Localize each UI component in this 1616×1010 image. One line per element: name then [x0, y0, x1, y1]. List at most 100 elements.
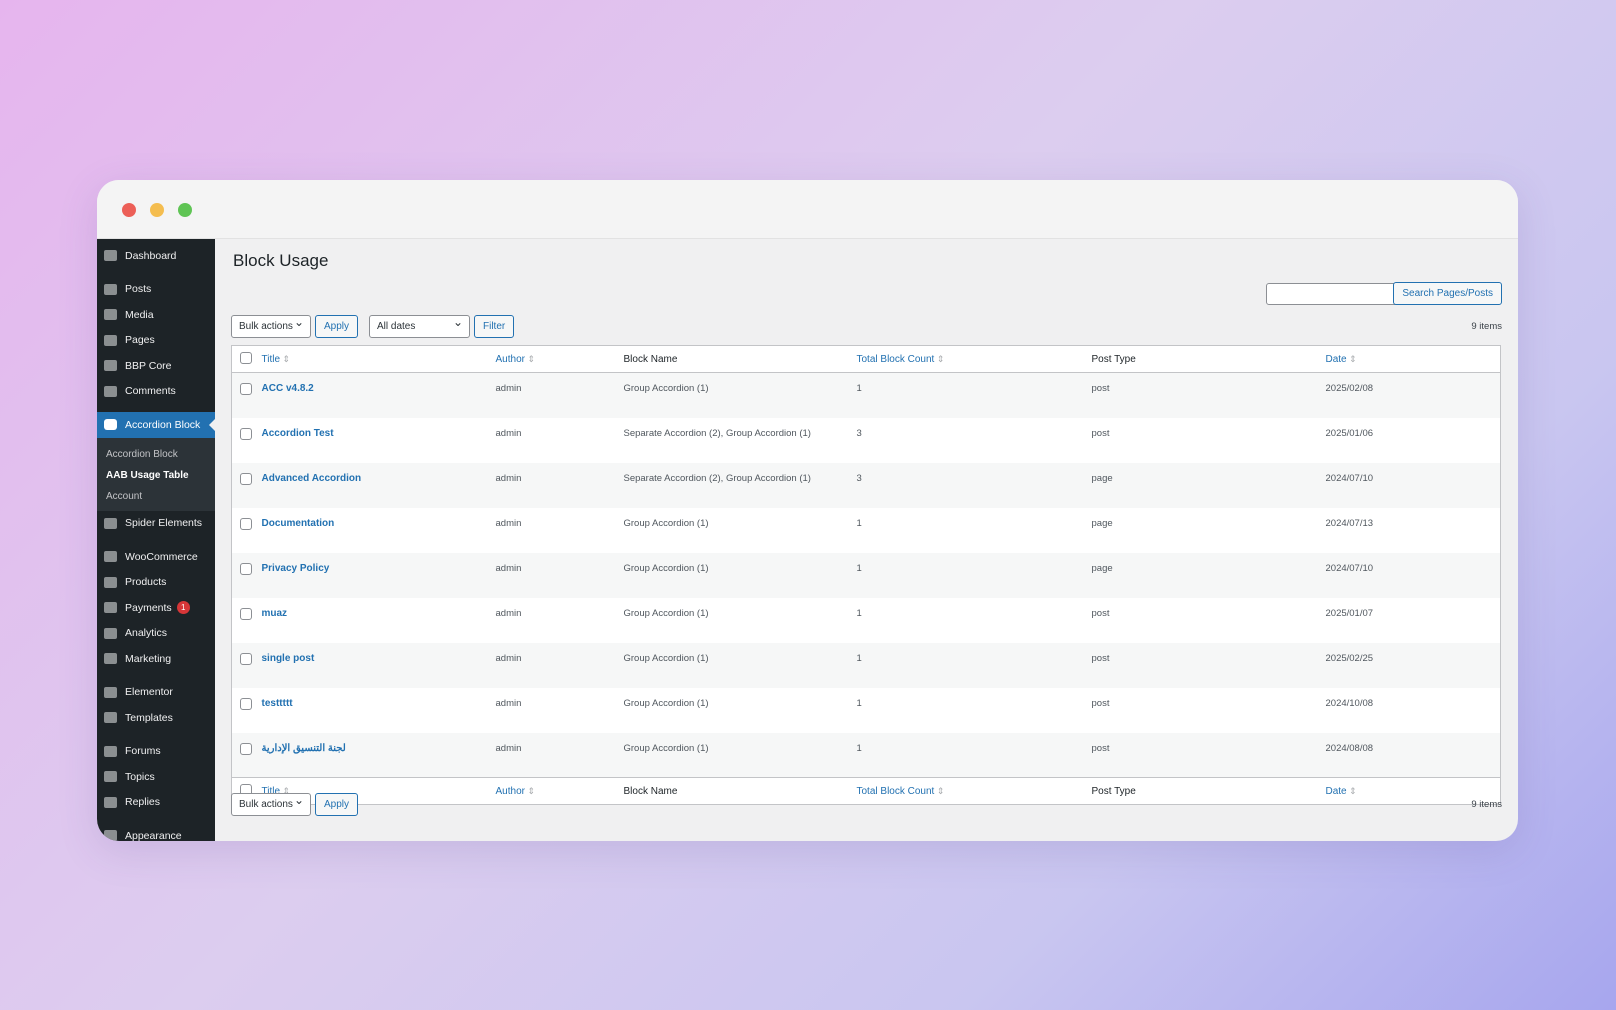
sidebar-item-forums[interactable]: Forums [97, 739, 215, 765]
post-type-cell: post [1092, 688, 1326, 733]
minimize-window-button[interactable] [150, 203, 164, 217]
post-title-link[interactable]: ACC v4.8.2 [262, 383, 314, 394]
pin-icon [104, 284, 117, 295]
apply-button[interactable]: Apply [315, 315, 358, 338]
sidebar-item-products[interactable]: Products [97, 570, 215, 596]
post-type-cell: post [1092, 373, 1326, 418]
sidebar-item-templates[interactable]: Templates [97, 705, 215, 731]
column-date[interactable]: Date [1326, 346, 1501, 373]
sidebar-item-dashboard[interactable]: Dashboard [97, 243, 215, 269]
sidebar-item-payments[interactable]: Payments 1 [97, 595, 215, 621]
block-count-cell: 1 [857, 733, 1092, 778]
block-count-cell: 3 [857, 463, 1092, 508]
sidebar-item-media[interactable]: Media [97, 302, 215, 328]
column-title[interactable]: Title [262, 346, 496, 373]
topics-icon [104, 771, 117, 782]
sidebar-item-topics[interactable]: Topics [97, 764, 215, 790]
post-type-cell: page [1092, 508, 1326, 553]
submenu-aab-usage-table[interactable]: AAB Usage Table [97, 465, 215, 486]
column-author-footer[interactable]: Author [496, 778, 624, 805]
column-total-block-count-footer[interactable]: Total Block Count [857, 778, 1092, 805]
sidebar-item-label: Spider Elements [125, 517, 202, 529]
row-checkbox[interactable] [240, 653, 252, 665]
sidebar-item-elementor[interactable]: Elementor [97, 680, 215, 706]
row-checkbox[interactable] [240, 518, 252, 530]
row-checkbox[interactable] [240, 428, 252, 440]
sidebar-item-woocommerce[interactable]: WooCommerce [97, 544, 215, 570]
date-cell: 2024/07/10 [1326, 553, 1501, 598]
search-pages-posts-button[interactable]: Search Pages/Posts [1393, 282, 1502, 305]
block-name-cell: Group Accordion (1) [624, 598, 857, 643]
notification-badge: 1 [177, 601, 190, 614]
sidebar-item-marketing[interactable]: Marketing [97, 646, 215, 672]
main-content: Block Usage Search Pages/Posts Bulk acti… [215, 239, 1518, 841]
search-input[interactable] [1266, 283, 1398, 305]
filter-button[interactable]: Filter [474, 315, 514, 338]
row-checkbox[interactable] [240, 608, 252, 620]
sidebar-item-appearance[interactable]: Appearance [97, 823, 215, 841]
sidebar-item-pages[interactable]: Pages [97, 328, 215, 354]
submenu-account[interactable]: Account [97, 486, 215, 507]
table-row: Accordion Test admin Separate Accordion … [232, 418, 1501, 463]
bulk-actions-select[interactable]: Bulk actions [231, 315, 311, 338]
sidebar-item-label: BBP Core [125, 360, 172, 372]
select-all-checkbox[interactable] [240, 352, 252, 364]
sidebar-item-accordion-block[interactable]: Accordion Block [97, 412, 215, 438]
post-title-link[interactable]: Advanced Accordion [262, 473, 362, 484]
block-count-cell: 1 [857, 508, 1092, 553]
spider-elements-icon [104, 518, 117, 529]
submenu: Accordion Block AAB Usage Table Account [97, 438, 215, 511]
sidebar-item-label: Elementor [125, 686, 173, 698]
admin-sidebar: Dashboard PostsMediaPages BBP Core Comments… [97, 239, 215, 841]
sidebar-item-comments[interactable]: Comments [97, 379, 215, 405]
row-checkbox[interactable] [240, 383, 252, 395]
block-count-cell: 1 [857, 373, 1092, 418]
sidebar-item-label: Analytics [125, 627, 167, 639]
row-checkbox[interactable] [240, 563, 252, 575]
column-author[interactable]: Author [496, 346, 624, 373]
sidebar-item-label: Payments [125, 602, 172, 614]
block-name-cell: Group Accordion (1) [624, 733, 857, 778]
sidebar-item-posts[interactable]: Posts [97, 277, 215, 303]
post-title-link[interactable]: لجنة التنسيق الإدارية [262, 743, 346, 754]
post-title-link[interactable]: Privacy Policy [262, 563, 330, 574]
block-count-cell: 1 [857, 598, 1092, 643]
date-cell: 2024/07/13 [1326, 508, 1501, 553]
dates-select[interactable]: All dates [369, 315, 470, 338]
maximize-window-button[interactable] [178, 203, 192, 217]
post-title-link[interactable]: muaz [262, 608, 288, 619]
row-checkbox[interactable] [240, 473, 252, 485]
table-row: Documentation admin Group Accordion (1) … [232, 508, 1501, 553]
table-row: muaz admin Group Accordion (1) 1 post 20… [232, 598, 1501, 643]
block-usage-table: Title Author Block Name Total Block Coun… [231, 345, 1501, 805]
post-title-link[interactable]: testtttt [262, 698, 293, 709]
post-type-cell: post [1092, 418, 1326, 463]
row-checkbox[interactable] [240, 698, 252, 710]
sidebar-item-label: Products [125, 576, 166, 588]
post-title-link[interactable]: Documentation [262, 518, 335, 529]
submenu-accordion-block[interactable]: Accordion Block [97, 444, 215, 465]
block-name-cell: Group Accordion (1) [624, 643, 857, 688]
bulk-actions-select-bottom[interactable]: Bulk actions [231, 793, 311, 816]
post-type-cell: post [1092, 733, 1326, 778]
close-window-button[interactable] [122, 203, 136, 217]
date-cell: 2024/07/10 [1326, 463, 1501, 508]
table-row: لجنة التنسيق الإدارية admin Group Accord… [232, 733, 1501, 778]
block-name-cell: Group Accordion (1) [624, 553, 857, 598]
products-icon [104, 577, 117, 588]
post-type-cell: post [1092, 643, 1326, 688]
sidebar-item-bbp-core[interactable]: BBP Core [97, 353, 215, 379]
row-checkbox[interactable] [240, 743, 252, 755]
post-title-link[interactable]: Accordion Test [262, 428, 334, 439]
sidebar-item-analytics[interactable]: Analytics [97, 621, 215, 647]
sidebar-item-replies[interactable]: Replies [97, 790, 215, 816]
apply-button-bottom[interactable]: Apply [315, 793, 358, 816]
sidebar-item-spider-elements[interactable]: Spider Elements [97, 511, 215, 537]
column-block-name: Block Name [624, 346, 857, 373]
post-title-link[interactable]: single post [262, 653, 315, 664]
templates-icon [104, 712, 117, 723]
column-total-block-count[interactable]: Total Block Count [857, 346, 1092, 373]
page-title: Block Usage [233, 251, 328, 271]
pages-icon [104, 335, 117, 346]
block-name-cell: Separate Accordion (2), Group Accordion … [624, 463, 857, 508]
